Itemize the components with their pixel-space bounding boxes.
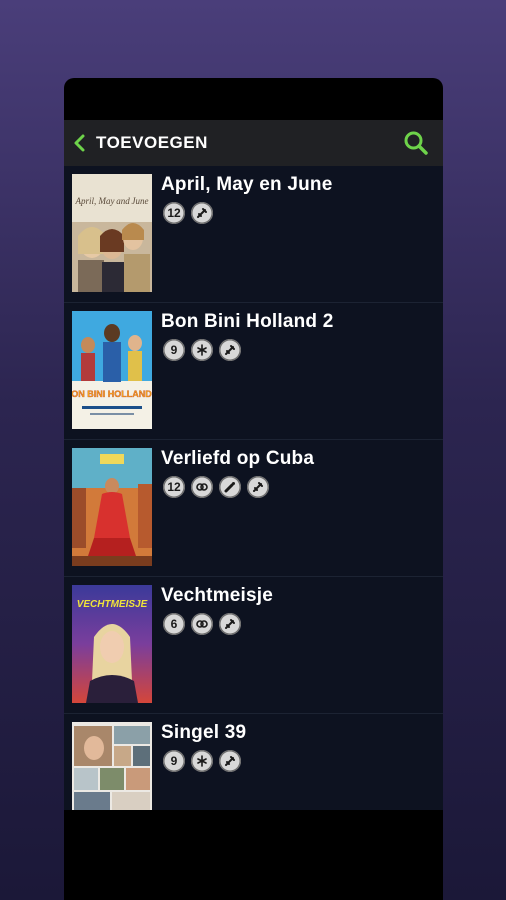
phone-frame: TOEVOEGEN April, May and June April, May… <box>64 78 443 900</box>
violence-icon <box>247 476 269 498</box>
movie-list[interactable]: April, May and June April, May en June 1… <box>64 166 443 810</box>
age-rating-badge: 12 <box>163 476 185 498</box>
violence-icon <box>219 339 241 361</box>
movie-item[interactable]: BON BINI HOLLAND 2 Bon Bini Holland 2 9 <box>64 303 443 440</box>
poster-title: April, May and June <box>74 196 148 206</box>
violence-icon <box>219 750 241 772</box>
movie-title: Verliefd op Cuba <box>161 448 315 469</box>
search-button[interactable] <box>401 128 431 158</box>
movie-item[interactable]: VECHTMEISJE Vechtmeisje 6 <box>64 577 443 714</box>
movie-poster: BON BINI HOLLAND 2 <box>72 311 152 429</box>
chevron-left-icon <box>74 134 85 152</box>
fear-icon <box>191 750 213 772</box>
movie-poster: VECHTMEISJE <box>72 585 152 703</box>
movie-title: Singel 39 <box>161 722 247 743</box>
movie-title: Bon Bini Holland 2 <box>161 311 334 332</box>
rating-icons: 9 <box>163 750 241 772</box>
rating-icons: 9 <box>163 339 241 361</box>
movie-item[interactable]: April, May and June April, May en June 1… <box>64 166 443 303</box>
poster-title: VECHTMEISJE <box>77 599 148 610</box>
age-rating-badge: 9 <box>163 339 185 361</box>
violence-icon <box>219 613 241 635</box>
search-icon <box>404 131 428 155</box>
drugs-icon <box>219 476 241 498</box>
movie-poster <box>72 448 152 566</box>
violence-icon <box>191 202 213 224</box>
age-rating-badge: 6 <box>163 613 185 635</box>
sex-icon <box>191 613 213 635</box>
rating-icons: 12 <box>163 202 213 224</box>
movie-title: April, May en June <box>161 174 333 195</box>
bottom-bar <box>64 810 443 900</box>
movie-item[interactable]: Singel 39 9 <box>64 714 443 810</box>
app-bar: TOEVOEGEN <box>64 120 443 166</box>
back-button[interactable] <box>68 131 92 155</box>
sex-icon <box>191 476 213 498</box>
movie-item[interactable]: Verliefd op Cuba 12 <box>64 440 443 577</box>
age-rating-badge: 9 <box>163 750 185 772</box>
page-title: TOEVOEGEN <box>96 133 208 152</box>
rating-icons: 12 <box>163 476 269 498</box>
movie-title: Vechtmeisje <box>161 585 274 606</box>
rating-icons: 6 <box>163 613 241 635</box>
poster-title: BON BINI HOLLAND 2 <box>72 389 152 399</box>
fear-icon <box>191 339 213 361</box>
movie-poster: April, May and June <box>72 174 152 292</box>
age-rating-badge: 12 <box>163 202 185 224</box>
movie-poster <box>72 722 152 810</box>
